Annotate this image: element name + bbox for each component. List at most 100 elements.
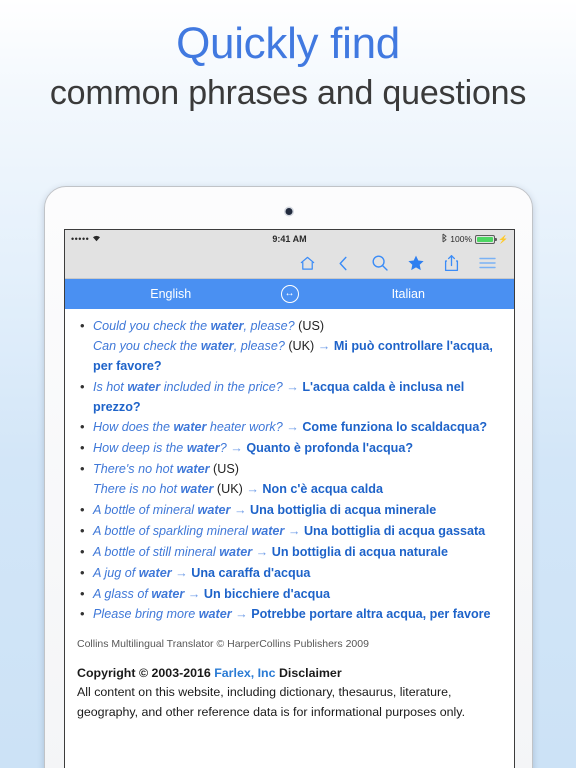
phrase-line: There's no hot water (US) xyxy=(93,460,502,480)
translation-arrow-icon: → xyxy=(187,586,204,601)
phrase-source: Can you check the water, please? xyxy=(93,338,285,353)
translation-arrow-icon: → xyxy=(287,523,304,538)
translation-arrow-icon: → xyxy=(235,607,252,622)
translation-arrow-icon: → xyxy=(230,441,247,456)
bluetooth-icon xyxy=(441,233,448,245)
device-screen: ••••• 9:41 AM 100% ⚡ English ↔ Italian •… xyxy=(64,229,515,768)
phrase-list-item[interactable]: A glass of water → Un bicchiere d'acqua xyxy=(77,584,502,605)
phrase-headword: water xyxy=(127,379,161,394)
source-attribution: Collins Multilingual Translator © Harper… xyxy=(77,638,369,651)
back-chevron-icon[interactable] xyxy=(334,254,353,273)
farlex-link[interactable]: Farlex, Inc xyxy=(214,666,275,680)
disclaimer-label: Disclaimer xyxy=(275,666,342,681)
battery-percent-label: 100% xyxy=(450,234,473,244)
phrase-line: How deep is the water? → Quanto è profon… xyxy=(93,439,502,459)
phrase-list-item[interactable]: A bottle of sparkling mineral water → Un… xyxy=(77,521,502,542)
phrase-list-item[interactable]: Is hot water included in the price? → L'… xyxy=(77,377,502,418)
phrase-list-item[interactable]: A bottle of mineral water → Una bottigli… xyxy=(77,500,502,521)
phrase-headword: water xyxy=(186,441,220,456)
phrase-source: A jug of water xyxy=(93,565,172,580)
battery-icon xyxy=(475,234,498,244)
phrase-translation: Potrebbe portare altra acqua, per favore xyxy=(251,607,491,622)
phrase-list-item[interactable]: Could you check the water, please? (US)C… xyxy=(77,316,502,377)
phrase-translation: Una caraffa d'acqua xyxy=(191,565,311,580)
phrase-list: Could you check the water, please? (US)C… xyxy=(77,316,502,625)
phrase-region-tag: (US) xyxy=(294,319,325,333)
phrase-headword: water xyxy=(138,565,172,580)
hamburger-menu-icon[interactable] xyxy=(478,254,497,273)
copyright-line: Copyright © 2003-2016 Farlex, Inc Discla… xyxy=(77,664,502,683)
phrase-headword: water xyxy=(176,462,210,477)
phrase-line: A bottle of sparkling mineral water → Un… xyxy=(93,522,502,542)
phrase-line: Please bring more water → Potrebbe porta… xyxy=(93,605,502,625)
translation-arrow-icon: → xyxy=(317,338,334,353)
phrase-headword: water xyxy=(198,607,232,622)
phrase-headword: water xyxy=(219,544,253,559)
translation-arrow-icon: → xyxy=(175,565,192,580)
phrase-list-item[interactable]: A bottle of still mineral water → Un bot… xyxy=(77,542,502,563)
phrase-source: Please bring more water xyxy=(93,607,232,622)
tablet-device-frame: ••••• 9:41 AM 100% ⚡ English ↔ Italian •… xyxy=(44,186,533,768)
app-toolbar xyxy=(65,248,514,279)
search-icon[interactable] xyxy=(370,254,389,273)
phrase-list-item[interactable]: How deep is the water? → Quanto è profon… xyxy=(77,438,502,459)
status-bar-right: 100% ⚡ xyxy=(441,233,508,245)
phrase-translation: Un bicchiere d'acqua xyxy=(203,586,331,601)
phrase-list-item[interactable]: Please bring more water → Potrebbe porta… xyxy=(77,604,502,625)
phrase-translation: Quanto è profonda l'acqua? xyxy=(246,441,414,456)
phrase-source: A bottle of still mineral water xyxy=(93,544,253,559)
home-icon[interactable] xyxy=(298,254,317,273)
phrase-region-tag: (UK) xyxy=(213,482,247,497)
swap-arrows-icon[interactable]: ↔ xyxy=(280,285,299,303)
phrase-source: How deep is the water? xyxy=(93,441,231,456)
target-language-button[interactable]: Italian xyxy=(303,287,515,301)
phrase-line: Is hot water included in the price? → L'… xyxy=(93,378,502,418)
language-selector-bar: English ↔ Italian xyxy=(65,279,514,309)
phrase-translation: Come funziona lo scaldacqua? xyxy=(302,420,488,435)
phrase-translation: Una bottiglia di acqua minerale xyxy=(250,503,437,518)
phrase-source: There's no hot water xyxy=(93,462,210,477)
phrase-headword: water xyxy=(200,338,234,353)
phrase-line: A jug of water → Una caraffa d'acqua xyxy=(93,564,502,584)
phrase-source: A glass of water xyxy=(93,586,185,601)
copyright-prefix: Copyright © 2003-2016 xyxy=(77,666,215,681)
phrase-line: There is no hot water (UK) → Non c'è acq… xyxy=(93,480,502,500)
front-camera-icon xyxy=(285,208,292,215)
ios-status-bar: ••••• 9:41 AM 100% ⚡ xyxy=(65,230,514,248)
phrase-region-tag: (UK) xyxy=(284,338,318,353)
phrase-translation: Non c'è acqua calda xyxy=(262,482,383,497)
phrase-source: There is no hot water xyxy=(93,482,214,497)
phrase-headword: water xyxy=(197,503,231,518)
phrase-headword: water xyxy=(173,420,207,435)
phrase-list-item[interactable]: There's no hot water (US)There is no hot… xyxy=(77,459,502,500)
phrase-list-content: Could you check the water, please? (US)C… xyxy=(65,309,514,768)
source-language-button[interactable]: English xyxy=(65,287,277,301)
translation-arrow-icon: → xyxy=(246,482,263,497)
translation-arrow-icon: → xyxy=(233,503,251,518)
translation-arrow-icon: → xyxy=(286,379,303,394)
phrase-translation: Una bottiglia di acqua gassata xyxy=(303,523,486,538)
promo-heading: Quickly find common phrases and question… xyxy=(0,18,576,115)
phrase-source: How does the water heater work? xyxy=(93,420,287,435)
phrase-headword: water xyxy=(180,482,214,497)
phrase-region-tag: (US) xyxy=(209,462,239,477)
translation-arrow-icon: → xyxy=(255,544,272,559)
disclaimer-text: All content on this website, including d… xyxy=(77,685,466,719)
phrase-translation: Un bottiglia di acqua naturale xyxy=(271,544,449,559)
phrase-list-item[interactable]: A jug of water → Una caraffa d'acqua xyxy=(77,563,502,584)
phrase-list-item[interactable]: How does the water heater work? → Come f… xyxy=(77,417,502,438)
phrase-source: Could you check the water, please? xyxy=(93,319,295,333)
phrase-headword: water xyxy=(151,586,185,601)
phrase-line: A glass of water → Un bicchiere d'acqua xyxy=(93,585,502,605)
star-icon[interactable] xyxy=(406,254,425,273)
promo-line-1: Quickly find xyxy=(176,19,400,68)
phrase-line: Can you check the water, please? (UK) → … xyxy=(93,337,502,377)
phrase-line: A bottle of mineral water → Una bottigli… xyxy=(93,501,502,521)
phrase-line: Could you check the water, please? (US) xyxy=(93,317,502,337)
phrase-line: How does the water heater work? → Come f… xyxy=(93,418,502,438)
phrase-headword: water xyxy=(210,319,244,333)
phrase-source: Is hot water included in the price? xyxy=(93,379,287,394)
phrase-line: A bottle of still mineral water → Un bot… xyxy=(93,543,502,563)
share-icon[interactable] xyxy=(442,254,461,273)
charging-bolt-icon: ⚡ xyxy=(498,234,508,244)
